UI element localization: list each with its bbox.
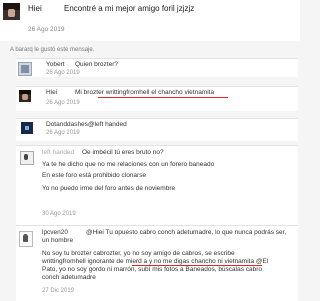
- avatar-shape: [24, 154, 28, 160]
- message-author[interactable]: left handed: [42, 149, 74, 156]
- red-underline-annotation: [98, 97, 228, 98]
- thread-page: Hiei Encontré a mi mejor amigo foril jzj…: [0, 0, 300, 301]
- message-date[interactable]: 26 Ago 2019: [46, 70, 80, 76]
- avatar-shape: [25, 126, 29, 130]
- message-line: Yo no puedo irme del foro antes de novie…: [42, 185, 176, 192]
- message-author[interactable]: Dotanddashes: [46, 121, 88, 128]
- message-line: Pato, yo no soy gordo ni marrón, subí mi…: [42, 266, 263, 273]
- message-line: un hombre: [42, 237, 74, 244]
- message-card: Hiei Mi brozter writtingfromhell el chan…: [16, 86, 298, 111]
- avatar-shape: [21, 65, 29, 73]
- message-author[interactable]: Hiei: [46, 89, 57, 96]
- message-text: Quien brozter?: [75, 61, 118, 68]
- message-card: Dotanddashes @left handed 26 Ago 2019: [16, 118, 298, 141]
- message-line: En este foro está prohibido clonarse: [42, 172, 147, 179]
- message-author[interactable]: lpcven20: [42, 229, 68, 236]
- message-author[interactable]: Yobert: [46, 61, 65, 68]
- message-card: Yobert Quien brozter? 26 Ago 2019: [16, 58, 298, 77]
- message-date[interactable]: 26 Ago 2019: [28, 26, 65, 33]
- message-text: Oe imbécil tú eres bruto no?: [82, 149, 164, 156]
- message-line: Ya te he dicho que no me relaciones con …: [42, 161, 215, 168]
- avatar[interactable]: [18, 62, 32, 76]
- avatar[interactable]: [21, 122, 33, 134]
- top-message: Hiei Encontré a mi mejor amigo foril jzj…: [0, 0, 300, 41]
- avatar[interactable]: [19, 90, 31, 102]
- message-line: conch adetumadre: [42, 274, 96, 281]
- message-text: @left handed: [88, 121, 127, 128]
- avatar[interactable]: [3, 3, 20, 20]
- message-line: writtingfromhell ignorante de mierd a y …: [42, 258, 269, 265]
- message-date[interactable]: 30 Ago 2019: [42, 211, 76, 217]
- avatar-shape: [23, 234, 28, 242]
- message-text: Mi brozter writtingfromhell el chancho v…: [75, 89, 215, 96]
- reaction-bar: A bararq le gustó este mensaje.: [4, 47, 296, 57]
- avatar-face: [22, 94, 28, 100]
- avatar[interactable]: [19, 231, 33, 247]
- message-text: Encontré a mi mejor amigo foril jzjzjz: [64, 4, 195, 13]
- message-line: No soy tu brozter cabrozter, yo no soy a…: [42, 250, 235, 257]
- message-card: lpcven20 @Hiei Tu opuesto cabro conch ad…: [16, 225, 298, 301]
- message-card: left handed Oe imbécil tú eres bruto no?…: [16, 145, 298, 226]
- message-text: @Hiei Tu opuesto cabro conch adetumadre,…: [86, 229, 287, 236]
- message-date[interactable]: 26 Ago 2019: [46, 130, 80, 136]
- reaction-text[interactable]: A bararq le gustó este mensaje.: [10, 47, 94, 53]
- avatar-face: [8, 9, 15, 17]
- message-author[interactable]: Hiei: [28, 4, 42, 13]
- avatar[interactable]: [20, 151, 34, 165]
- message-date[interactable]: 26 Ago 2019: [46, 100, 80, 106]
- message-date[interactable]: 27 Dic 2019: [42, 288, 74, 294]
